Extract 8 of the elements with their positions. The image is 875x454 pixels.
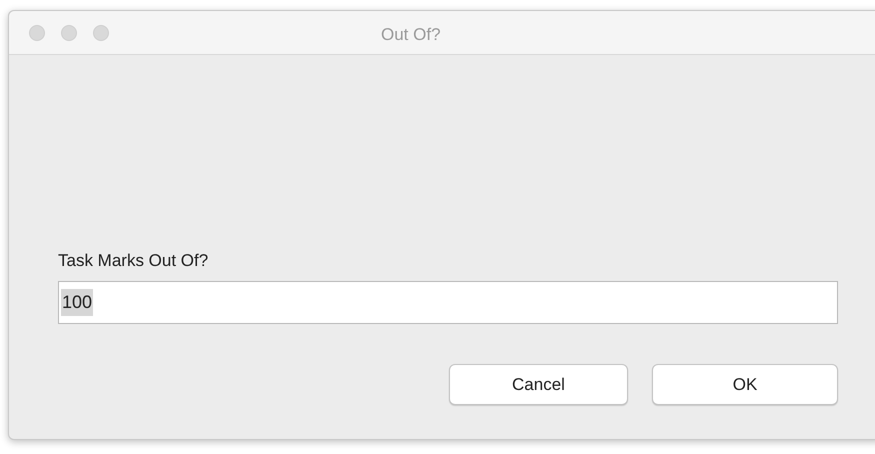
ok-button[interactable]: OK (652, 364, 838, 405)
field-label: Task Marks Out Of? (58, 251, 210, 271)
window-title: Out Of? (381, 24, 441, 46)
minimize-button[interactable] (61, 24, 77, 40)
cancel-button[interactable]: Cancel (449, 364, 628, 405)
close-button[interactable] (29, 24, 45, 40)
input-field[interactable]: 100 (58, 281, 838, 324)
zoom-button[interactable] (93, 24, 109, 40)
